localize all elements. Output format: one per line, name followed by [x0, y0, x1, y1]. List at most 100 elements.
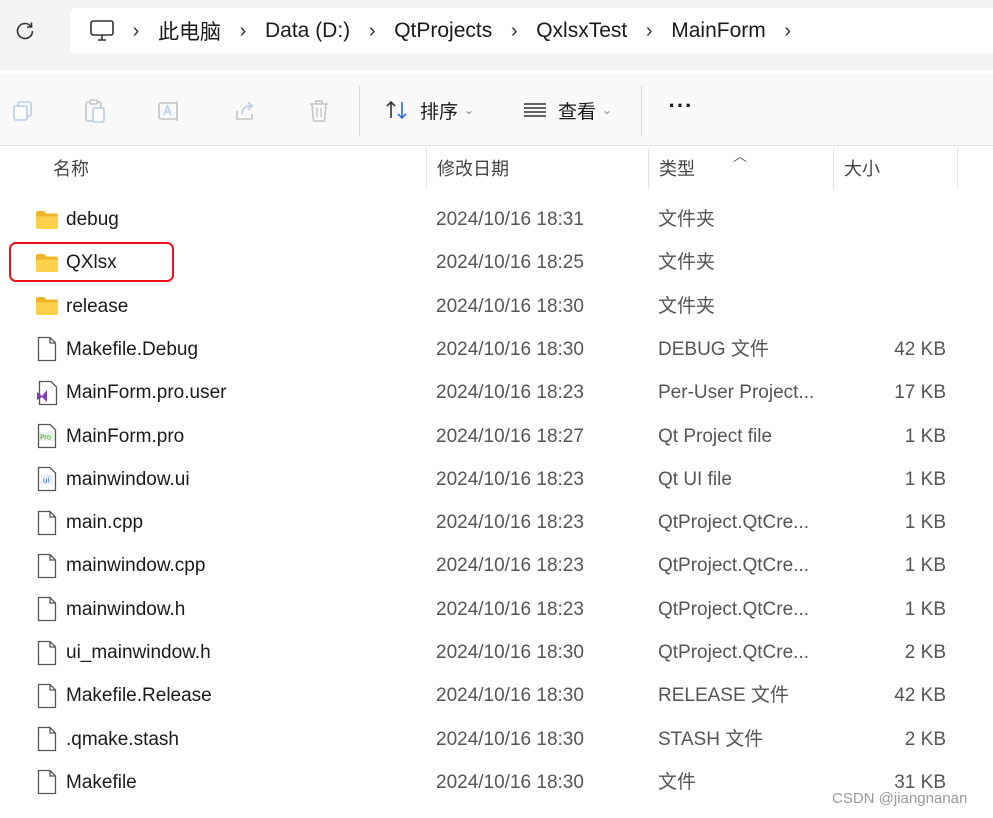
file-row[interactable]: Makefile.Release 2024/10/16 18:30 RELEASE … — [0, 674, 993, 717]
file-name[interactable]: release — [66, 285, 128, 328]
file-date: 2024/10/16 18:31 — [436, 209, 584, 230]
computer-icon[interactable] — [88, 17, 116, 45]
folder-icon — [34, 285, 60, 328]
file-date: 2024/10/16 18:23 — [436, 512, 584, 534]
file-type: RELEASE 文件 — [658, 685, 789, 707]
file-date: 2024/10/16 18:30 — [436, 642, 584, 663]
file-size: 2 KB — [904, 642, 946, 663]
qt-ui-file-icon: ui — [34, 458, 60, 501]
chevron-right-icon[interactable]: › — [494, 20, 534, 43]
file-size: 1 KB — [904, 425, 946, 447]
file-row[interactable]: main.cpp 2024/10/16 18:23 QtProject.QtCre.… — [0, 501, 993, 544]
address-area: › 此电脑 › Data (D:) › QtProjects › QxlsxTe… — [0, 0, 993, 70]
watermark: CSDN @jiangnanan — [832, 790, 968, 807]
file-type: 文件夹 — [658, 252, 716, 274]
crumb-drive[interactable]: Data (D:) — [263, 19, 352, 43]
breadcrumb[interactable]: › 此电脑 › Data (D:) › QtProjects › QxlsxTe… — [70, 8, 993, 54]
file-name[interactable]: .qmake.stash — [66, 718, 179, 761]
file-name[interactable]: Makefile.Release — [66, 674, 212, 717]
file-date: 2024/10/16 18:27 — [436, 425, 584, 447]
view-icon — [524, 103, 546, 117]
file-type: QtProject.QtCre... — [658, 555, 809, 577]
share-icon[interactable] — [230, 96, 260, 126]
file-name[interactable]: ui_mainwindow.h — [66, 631, 211, 674]
command-bar: 排序 ⌄ 查看 ⌄ ··· — [0, 74, 993, 146]
file-date: 2024/10/16 18:30 — [436, 771, 584, 793]
chevron-right-icon[interactable]: › — [768, 20, 808, 43]
file-name[interactable]: Makefile — [66, 761, 137, 804]
file-row[interactable]: ui mainwindow.ui 2024/10/16 18:23 Qt UI fil… — [0, 458, 993, 501]
qt-pro-file-icon: Pro — [34, 415, 60, 458]
file-icon — [34, 501, 60, 544]
file-icon — [34, 718, 60, 761]
svg-text:ui: ui — [43, 477, 49, 485]
file-date: 2024/10/16 18:30 — [436, 295, 584, 317]
file-name[interactable]: Makefile.Debug — [66, 328, 198, 371]
file-size — [840, 241, 946, 284]
rename-icon[interactable] — [155, 96, 185, 126]
file-size: 1 KB — [904, 468, 946, 490]
sort-icon — [386, 100, 407, 120]
view-button[interactable]: 查看 ⌄ — [522, 94, 612, 126]
column-resize-handle[interactable] — [957, 148, 958, 190]
file-type: STASH 文件 — [658, 728, 764, 750]
file-date: 2024/10/16 18:23 — [436, 555, 584, 577]
file-date: 2024/10/16 18:30 — [436, 685, 584, 707]
file-name[interactable]: mainwindow.cpp — [66, 544, 205, 587]
file-type: Per-User Project... — [658, 382, 815, 404]
folder-row[interactable]: release 2024/10/16 18:30 文件夹 — [0, 285, 993, 328]
file-icon — [34, 631, 60, 674]
file-type: Qt UI file — [658, 468, 732, 490]
file-row[interactable]: .qmake.stash 2024/10/16 18:30 STASH 文件 2 KB — [0, 718, 993, 761]
svg-text:Pro: Pro — [40, 434, 51, 442]
file-size — [840, 198, 946, 241]
view-label: 查看 — [558, 101, 597, 123]
crumb-mainform[interactable]: MainForm — [669, 19, 768, 43]
file-row[interactable]: mainwindow.h 2024/10/16 18:23 QtProject.Qt… — [0, 588, 993, 631]
refresh-icon — [16, 22, 34, 40]
folder-row[interactable]: debug 2024/10/16 18:31 文件夹 — [0, 198, 993, 241]
crumb-qtprojects[interactable]: QtProjects — [392, 19, 494, 43]
toolbar-divider — [641, 86, 642, 136]
copy-icon[interactable] — [8, 96, 38, 126]
file-date: 2024/10/16 18:30 — [436, 728, 584, 750]
file-size: 42 KB — [894, 685, 946, 707]
paste-icon[interactable] — [80, 96, 110, 126]
sort-button[interactable]: 排序 ⌄ — [384, 94, 474, 126]
crumb-qxlsxtest[interactable]: QxlsxTest — [534, 19, 629, 43]
refresh-button[interactable] — [8, 14, 42, 48]
file-name[interactable]: MainForm.pro.user — [66, 371, 227, 414]
sort-label: 排序 — [420, 101, 459, 123]
file-size: 1 KB — [904, 512, 946, 534]
chevron-down-icon: ⌄ — [602, 103, 613, 117]
file-name[interactable]: main.cpp — [66, 501, 143, 544]
chevron-right-icon[interactable]: › — [116, 20, 156, 43]
file-icon — [34, 588, 60, 631]
column-header-name[interactable]: 名称 — [43, 148, 426, 190]
file-row[interactable]: Makefile.Debug 2024/10/16 18:30 DEBUG 文件 42… — [0, 328, 993, 371]
file-date: 2024/10/16 18:30 — [436, 338, 584, 360]
chevron-right-icon[interactable]: › — [352, 20, 392, 43]
file-date: 2024/10/16 18:25 — [436, 252, 584, 274]
file-type: Qt Project file — [658, 425, 773, 447]
file-size: 42 KB — [894, 338, 946, 360]
chevron-right-icon[interactable]: › — [223, 20, 263, 43]
file-row[interactable]: Pro MainForm.pro 2024/10/16 18:27 Qt Projec… — [0, 415, 993, 458]
file-type: QtProject.QtCre... — [658, 512, 809, 534]
file-name[interactable]: debug — [66, 198, 119, 241]
file-row[interactable]: mainwindow.cpp 2024/10/16 18:23 QtProject.… — [0, 544, 993, 587]
file-name[interactable]: mainwindow.h — [66, 588, 185, 631]
column-header-size[interactable]: 大小 — [834, 148, 957, 190]
file-row[interactable]: ui_mainwindow.h 2024/10/16 18:30 QtProject… — [0, 631, 993, 674]
chevron-right-icon[interactable]: › — [629, 20, 669, 43]
delete-icon[interactable] — [304, 96, 334, 126]
sort-ascending-icon: ︿ — [733, 148, 747, 164]
file-type: DEBUG 文件 — [658, 338, 769, 360]
file-row[interactable]: MainForm.pro.user 2024/10/16 18:23 Per-Use… — [0, 371, 993, 414]
column-header-date[interactable]: 修改日期 — [427, 148, 648, 190]
file-icon — [34, 544, 60, 587]
file-name[interactable]: mainwindow.ui — [66, 458, 190, 501]
file-name[interactable]: MainForm.pro — [66, 415, 184, 458]
more-options-button[interactable]: ··· — [664, 94, 698, 126]
crumb-this-pc[interactable]: 此电脑 — [156, 16, 223, 46]
